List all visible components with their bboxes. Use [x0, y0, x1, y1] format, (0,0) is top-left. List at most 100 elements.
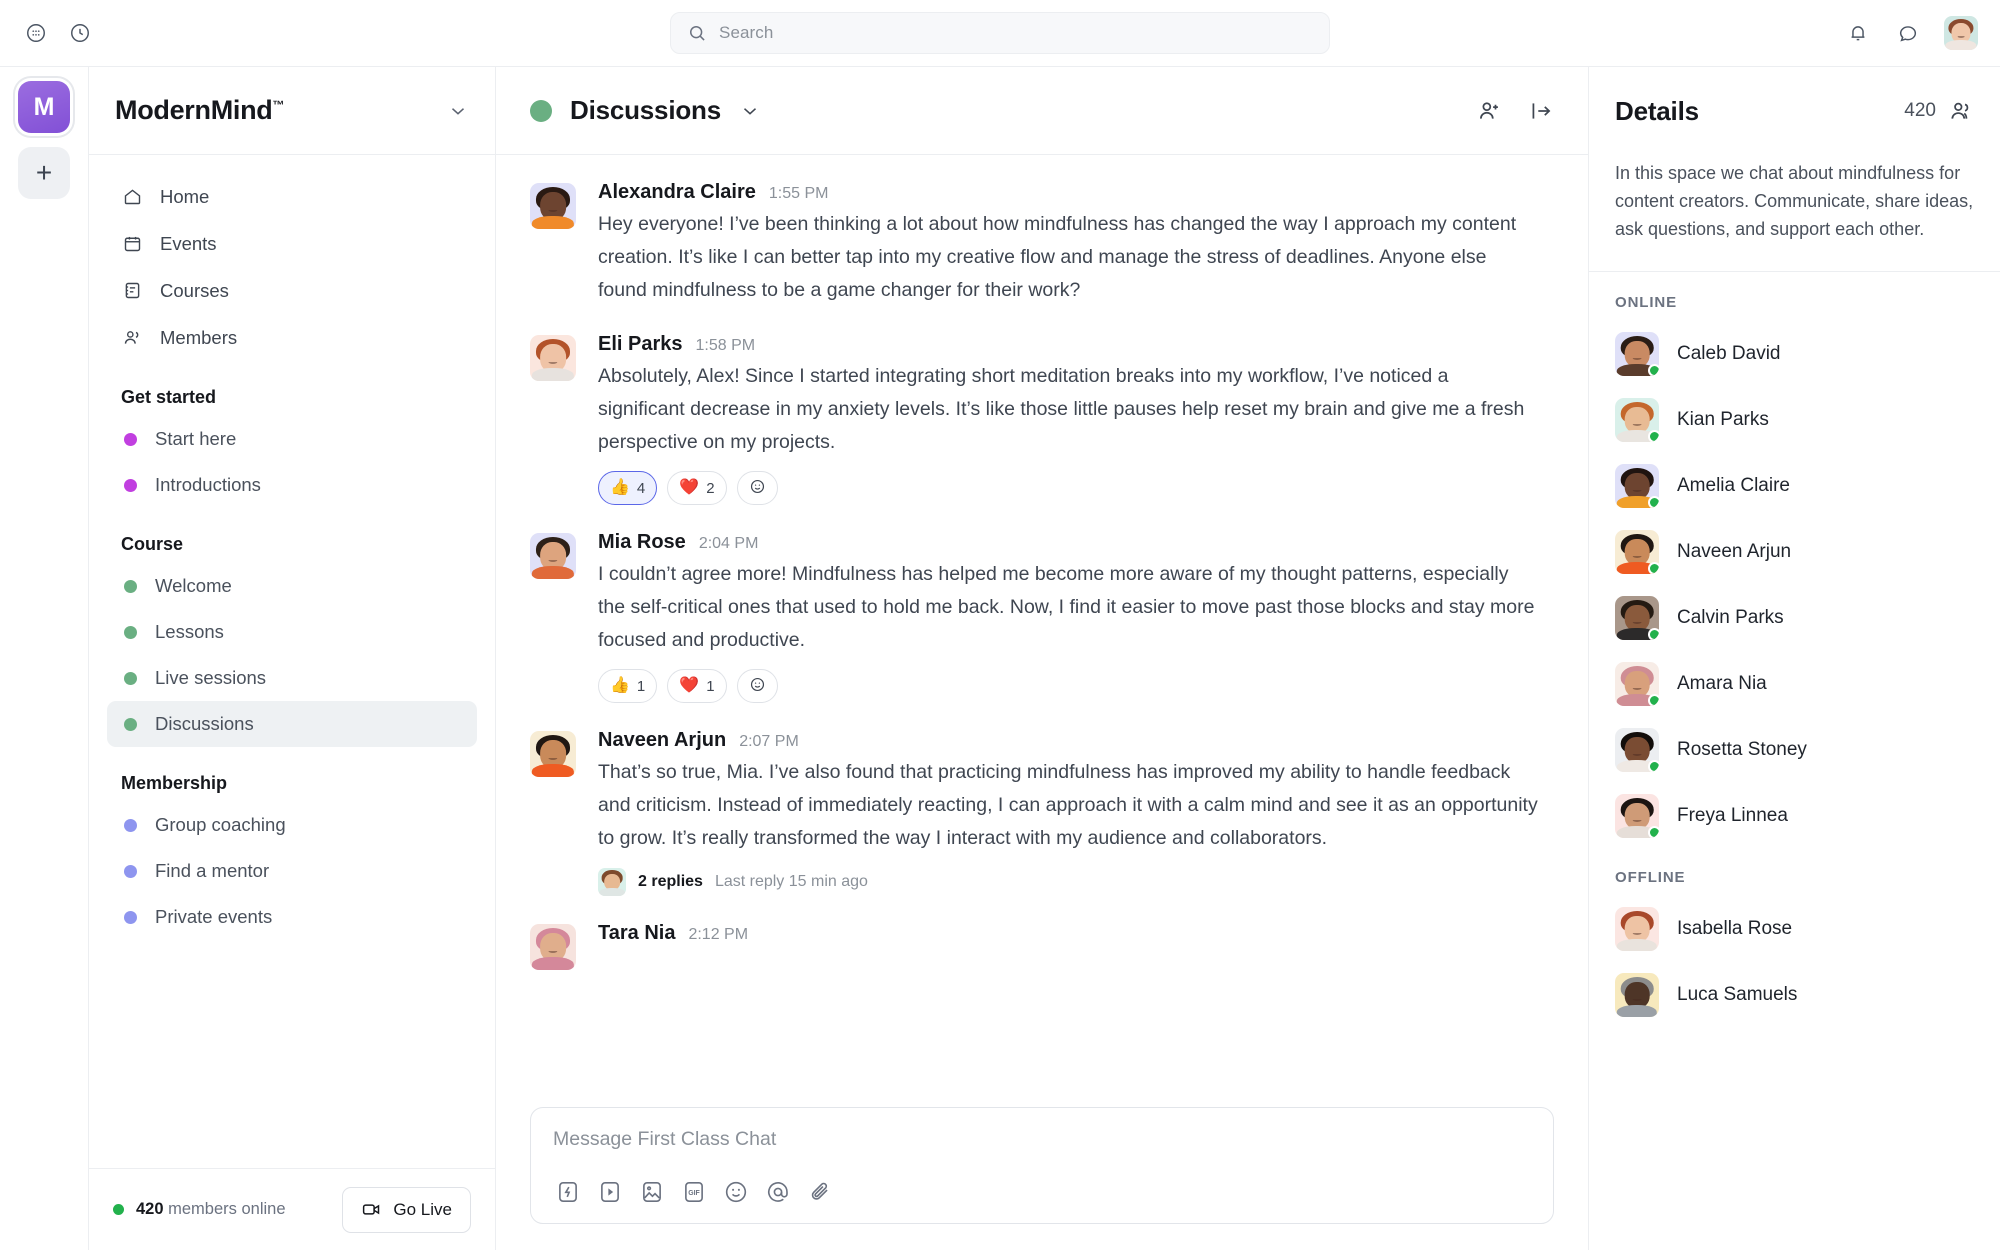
avatar-face: [530, 731, 576, 777]
calendar-icon: [121, 233, 143, 255]
search-input[interactable]: Search: [670, 12, 1330, 54]
avatar: [1615, 596, 1659, 640]
sidebar-item-lessons[interactable]: Lessons: [107, 609, 477, 655]
add-person-icon[interactable]: [1476, 98, 1502, 124]
list-item[interactable]: Calvin Parks: [1615, 585, 1974, 651]
list-item[interactable]: Caleb David: [1615, 321, 1974, 387]
avatar[interactable]: [530, 533, 576, 579]
go-live-button[interactable]: Go Live: [342, 1186, 471, 1233]
section-label-offline: OFFLINE: [1615, 869, 1686, 886]
avatar-face: [1944, 16, 1978, 50]
sidebar-item-discussions[interactable]: Discussions: [107, 701, 477, 747]
message-timestamp: 2:04 PM: [698, 535, 759, 552]
course-list-icon: [121, 280, 143, 302]
sidebar-item-private-events[interactable]: Private events: [107, 894, 477, 940]
channel-chevron-down-icon[interactable]: [739, 100, 761, 122]
gif-icon[interactable]: GIF: [679, 1177, 709, 1207]
avatar[interactable]: [530, 731, 576, 777]
reaction-chip-heart[interactable]: ❤️ 1: [667, 669, 727, 703]
page-title: ModernMind™: [115, 95, 284, 126]
reaction-chip-thumbsup[interactable]: 👍 4: [598, 471, 658, 505]
sidebar-item-members[interactable]: Members: [107, 314, 477, 361]
body-row: M + ModernMind™ Home Events Courses Memb…: [0, 66, 2000, 1250]
message-text: Hey everyone! I’ve been thinking a lot a…: [598, 213, 1517, 301]
mention-at-icon[interactable]: [763, 1177, 793, 1207]
sidebar-group-title: Get started: [121, 387, 217, 407]
list-item[interactable]: Kian Parks: [1615, 387, 1974, 453]
reaction-chip-heart[interactable]: ❤️ 2: [667, 471, 727, 505]
panel-collapse-icon[interactable]: [1528, 98, 1554, 124]
sidebar-item-start-here[interactable]: Start here: [107, 416, 477, 462]
message-text: Absolutely, Alex! Since I started integr…: [598, 365, 1525, 453]
message-list[interactable]: Alexandra Claire 1:55 PM Hey everyone! I…: [496, 155, 1588, 1107]
bell-icon[interactable]: [1844, 19, 1872, 47]
members-online-suffix: members online: [168, 1200, 286, 1218]
message-timestamp: 1:55 PM: [768, 185, 829, 202]
status-dot-icon: [124, 478, 137, 492]
paperclip-icon[interactable]: [805, 1177, 835, 1207]
sidebar-item-home[interactable]: Home: [107, 173, 477, 220]
list-item[interactable]: Rosetta Stoney: [1615, 717, 1974, 783]
avatar: [1615, 662, 1659, 706]
list-item[interactable]: Luca Samuels: [1615, 962, 1974, 1028]
reaction-count: 4: [636, 479, 646, 497]
add-reaction-button[interactable]: [736, 669, 778, 703]
emoji-smiley-icon[interactable]: [721, 1177, 751, 1207]
sidebar-item-events[interactable]: Events: [107, 220, 477, 267]
sidebar-item-welcome[interactable]: Welcome: [107, 563, 477, 609]
online-status-dot-icon: [1648, 496, 1659, 508]
list-item[interactable]: Naveen Arjun: [1615, 519, 1974, 585]
message-composer[interactable]: Message First Class Chat GIF: [530, 1107, 1554, 1224]
sidebar-item-label: Events: [160, 232, 217, 254]
sidebar-item-live-sessions[interactable]: Live sessions: [107, 655, 477, 701]
workspace-logo-button[interactable]: M: [18, 81, 70, 133]
message-author: Naveen Arjun: [598, 729, 727, 751]
section-label-online: ONLINE: [1615, 294, 1678, 311]
sidebar-item-find-a-mentor[interactable]: Find a mentor: [107, 848, 477, 894]
details-description: In this space we chat about mindfulness …: [1589, 155, 2000, 272]
people-icon[interactable]: [1948, 98, 1974, 124]
online-status-dot-icon: [113, 1204, 124, 1215]
chat-header-actions: [1476, 98, 1554, 124]
add-reaction-button[interactable]: [736, 471, 778, 505]
channel-title: Discussions: [570, 95, 721, 125]
thread-summary[interactable]: 2 replies Last reply 15 min ago: [598, 868, 1554, 896]
reaction-chip-thumbsup[interactable]: 👍 1: [598, 669, 658, 703]
sidebar-item-group-coaching[interactable]: Group coaching: [107, 802, 477, 848]
sidebar-item-courses[interactable]: Courses: [107, 267, 477, 314]
avatar[interactable]: [1944, 16, 1978, 50]
list-item[interactable]: Amara Nia: [1615, 651, 1974, 717]
top-bar-left: [22, 19, 94, 47]
chevron-down-icon[interactable]: [447, 100, 469, 122]
status-dot-icon: [124, 625, 137, 639]
list-item[interactable]: Amelia Claire: [1615, 453, 1974, 519]
workspace-name: ModernMind: [115, 95, 273, 125]
clock-history-icon[interactable]: [66, 19, 94, 47]
heart-icon: ❤️: [679, 677, 700, 694]
trademark-mark: ™: [272, 98, 285, 112]
online-status-dot-icon: [1648, 694, 1659, 706]
message-body: Tara Nia 2:12 PM: [598, 922, 1554, 970]
add-workspace-button[interactable]: +: [18, 147, 70, 199]
avatar[interactable]: [530, 183, 576, 229]
sidebar-item-label: Start here: [155, 428, 237, 449]
lightning-bolt-icon[interactable]: [553, 1177, 583, 1207]
video-play-icon[interactable]: [595, 1177, 625, 1207]
composer-input[interactable]: Message First Class Chat: [553, 1128, 1531, 1151]
image-icon[interactable]: [637, 1177, 667, 1207]
avatar[interactable]: [530, 924, 576, 970]
grid-apps-icon[interactable]: [22, 19, 50, 47]
chat-main: Discussions Alexandra Claire 1:55 PM Hey…: [496, 66, 1588, 1250]
sidebar-item-label: Members: [160, 326, 238, 348]
avatar-face: [530, 533, 576, 579]
avatar[interactable]: [530, 335, 576, 381]
reaction-bar: 👍 4 ❤️ 2: [598, 471, 1554, 505]
sidebar-item-introductions[interactable]: Introductions: [107, 462, 477, 508]
status-dot-icon: [124, 432, 137, 446]
list-item[interactable]: Isabella Rose: [1615, 896, 1974, 962]
list-item[interactable]: Freya Linnea: [1615, 783, 1974, 849]
chat-bubble-icon[interactable]: [1894, 19, 1922, 47]
message-timestamp: 2:12 PM: [688, 926, 749, 943]
sidebar-nav: Home Events Courses Members Get started …: [89, 155, 495, 1168]
message-item: Naveen Arjun 2:07 PM That’s so true, Mia…: [530, 729, 1554, 896]
